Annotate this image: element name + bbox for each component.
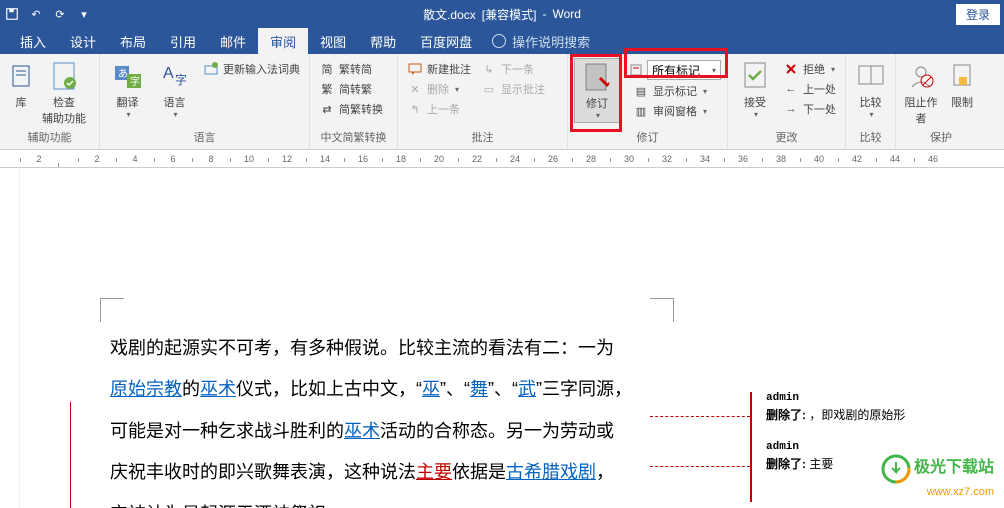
link-witchcraft2[interactable]: 巫术 (344, 421, 380, 441)
ime-icon (203, 61, 219, 77)
next-change-icon: → (783, 101, 799, 117)
compare-button[interactable]: 比较▾ (852, 58, 889, 121)
group-chinese: 中文简繁转换 (316, 129, 391, 147)
pane-icon: ▥ (633, 103, 649, 119)
reject-button[interactable]: 拒绝▾ (780, 60, 839, 78)
group-language: 语言 (106, 129, 303, 147)
document-text[interactable]: 戏剧的起源实不可考，有多种假说。比较主流的看法有二：一为 原始宗教的巫术仪式，比… (110, 328, 650, 508)
review-pane-button[interactable]: ▥审阅窗格▾ (630, 102, 721, 120)
update-ime-button[interactable]: 更新输入法词典 (200, 60, 303, 78)
group-comments: 批注 (404, 129, 561, 147)
page-corner-tl (100, 298, 124, 322)
change-indicator (70, 402, 71, 508)
thesaurus-button[interactable]: 库 (6, 58, 36, 112)
translate-button[interactable]: あ字 翻译▾ (106, 58, 149, 121)
revision-item[interactable]: admin 删除了: ，即戏剧的原始形 (760, 392, 905, 423)
group-protect: 保护 (902, 129, 980, 147)
link-witchcraft[interactable]: 巫术 (200, 379, 236, 399)
group-changes: 更改 (734, 129, 839, 147)
show-comments-button: ▭显示批注 (478, 80, 548, 98)
delete-comment-button: ✕删除▾ (404, 80, 474, 98)
app-name: Word (552, 7, 580, 21)
doc-mode: [兼容模式] (482, 6, 537, 23)
tab-view[interactable]: 视图 (308, 28, 358, 55)
show-icon: ▭ (481, 81, 497, 97)
convert-button[interactable]: ⇄简繁转换 (316, 100, 386, 118)
tab-baidu[interactable]: 百度网盘 (408, 28, 484, 55)
document-area[interactable]: 戏剧的起源实不可考，有多种假说。比较主流的看法有二：一为 原始宗教的巫术仪式，比… (0, 168, 1004, 508)
revision-connector-1 (650, 416, 750, 417)
highlight-box-1 (570, 54, 622, 132)
trad-to-simp-button[interactable]: 简繁转简 (316, 60, 386, 78)
doc-filename: 散文.docx (423, 6, 476, 23)
group-compare: 比较 (852, 129, 889, 147)
tab-mailings[interactable]: 邮件 (208, 28, 258, 55)
reject-icon (783, 61, 799, 77)
comment-icon (407, 61, 423, 77)
markup-list-icon: ▤ (633, 83, 649, 99)
ribbon: 库 检查 辅助功能 辅助功能 あ字 翻译▾ A字 语言▾ 更新输入法词典 (0, 54, 1004, 150)
svg-text:字: 字 (130, 75, 140, 88)
revision-divider (750, 392, 752, 502)
language-button[interactable]: A字 语言▾ (153, 58, 196, 121)
watermark: 极光下载站 www.xz7.com (881, 453, 994, 498)
svg-text:A: A (163, 65, 174, 82)
svg-text:あ: あ (118, 68, 128, 80)
new-comment-button[interactable]: 新建批注 (404, 60, 474, 78)
simp-to-trad-button[interactable]: 繁简转繁 (316, 80, 386, 98)
simp-icon: 简 (319, 61, 335, 77)
refresh-icon[interactable]: ⟳ (52, 6, 68, 22)
tab-layout[interactable]: 布局 (108, 28, 158, 55)
convert-icon: ⇄ (319, 101, 335, 117)
restrict-button[interactable]: 限制 (944, 58, 980, 112)
menu-bar: 插入 设计 布局 引用 邮件 审阅 视图 帮助 百度网盘 操作说明搜索 (0, 28, 1004, 54)
save-icon[interactable] (4, 6, 20, 22)
block-authors-button[interactable]: 阻止作者 (902, 58, 940, 128)
svg-text:字: 字 (175, 72, 187, 87)
tab-help[interactable]: 帮助 (358, 28, 408, 55)
next-comment-button: ↳下一条 (478, 60, 548, 78)
lightbulb-icon (492, 34, 506, 48)
link-religion[interactable]: 原始宗教 (110, 379, 182, 399)
prev-change-icon: ← (783, 81, 799, 97)
title-bar: ↶ ⟳ ▾ 散文.docx [兼容模式] - Word 登录 (0, 0, 1004, 28)
page-corner-tr (650, 298, 674, 322)
check-accessibility-button[interactable]: 检查 辅助功能 (40, 58, 88, 128)
tab-references[interactable]: 引用 (158, 28, 208, 55)
horizontal-ruler[interactable]: 2 2 4 6 8 10 12 14 16 18 20 22 24 26 28 … (0, 150, 1004, 168)
tell-me-search[interactable]: 操作说明搜索 (492, 32, 590, 51)
highlight-box-2 (624, 48, 728, 78)
link-greek[interactable]: 古希腊戏剧 (506, 462, 596, 482)
tab-review[interactable]: 审阅 (258, 28, 308, 55)
delete-icon: ✕ (407, 81, 423, 97)
undo-icon[interactable]: ↶ (28, 6, 44, 22)
accept-button[interactable]: 接受▾ (734, 58, 776, 121)
next-change-button[interactable]: →下一处 (780, 100, 839, 118)
group-accessibility: 辅助功能 (6, 129, 93, 147)
tracked-insert: 主要 (416, 462, 452, 482)
prev-icon: ↰ (407, 101, 423, 117)
trad-icon: 繁 (319, 81, 335, 97)
revision-connector-2 (650, 466, 750, 467)
login-button[interactable]: 登录 (956, 4, 1000, 25)
link-martial[interactable]: 武 (518, 379, 536, 399)
link-dance[interactable]: 舞 (470, 379, 488, 399)
link-wu[interactable]: 巫 (422, 379, 440, 399)
prev-comment-button: ↰上一条 (404, 100, 474, 118)
tab-design[interactable]: 设计 (58, 28, 108, 55)
vertical-ruler[interactable] (0, 168, 20, 508)
next-icon: ↳ (481, 61, 497, 77)
prev-change-button[interactable]: ←上一处 (780, 80, 839, 98)
qat-dropdown-icon[interactable]: ▾ (76, 6, 92, 22)
tab-insert[interactable]: 插入 (8, 28, 58, 55)
show-markup-button[interactable]: ▤显示标记▾ (630, 82, 721, 100)
